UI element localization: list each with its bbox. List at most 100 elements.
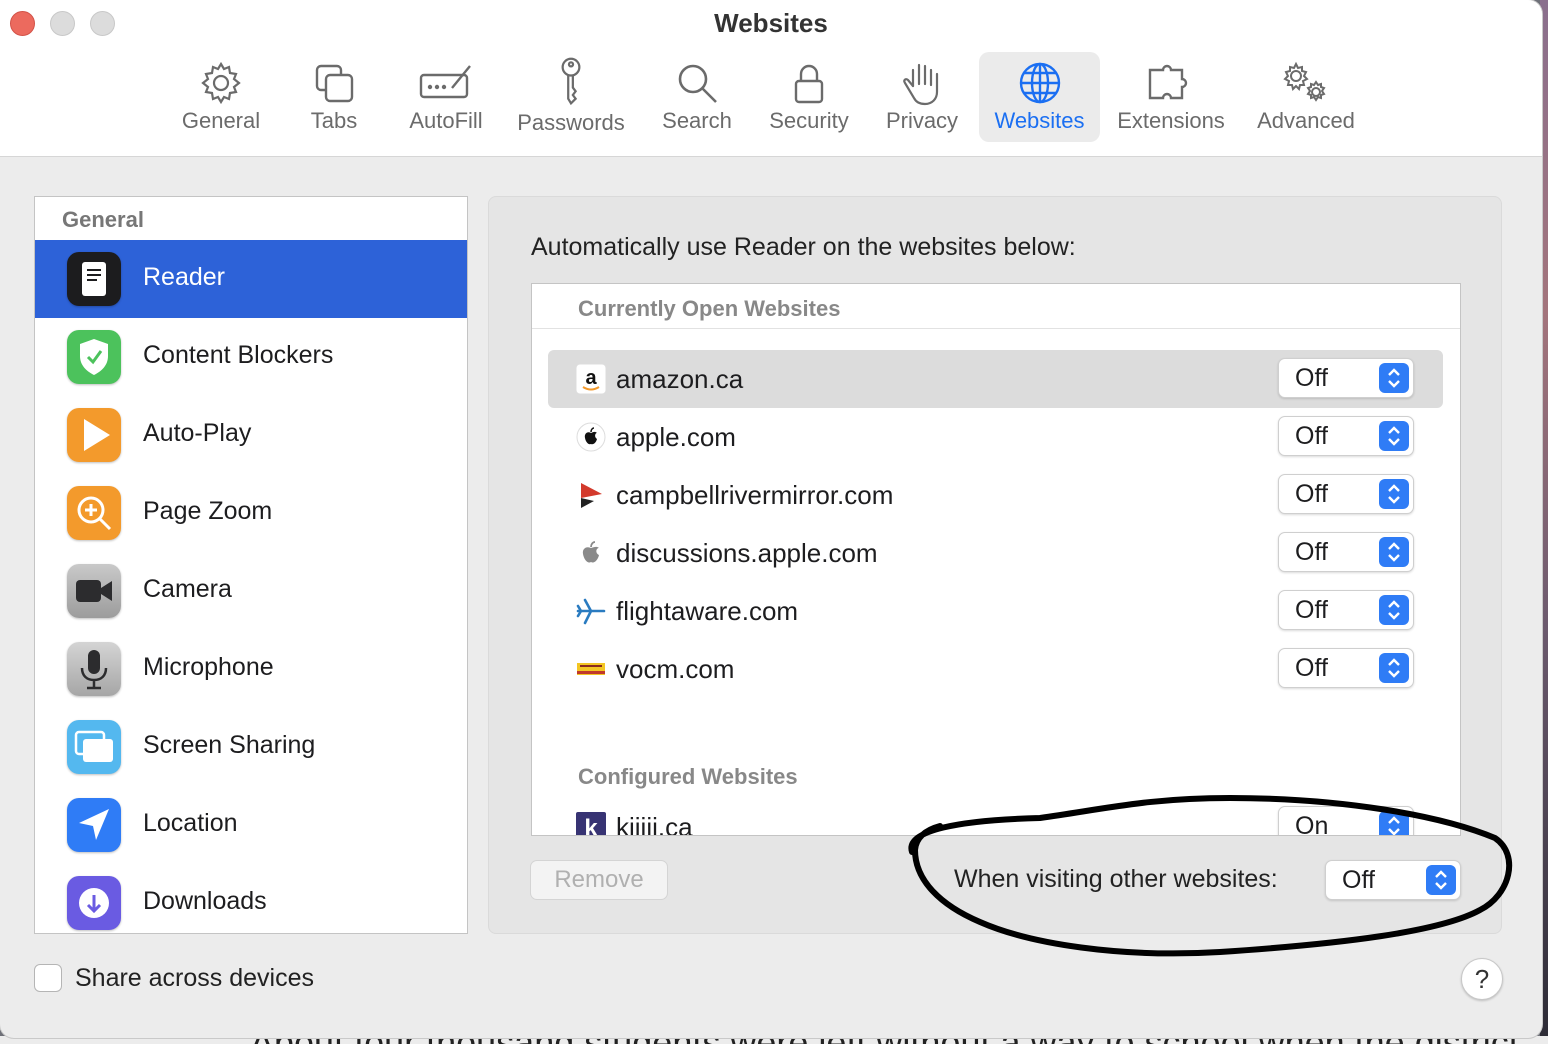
sidebar-item-label: Page Zoom	[143, 497, 273, 525]
tab-label: AutoFill	[409, 108, 483, 133]
gears-icon	[1283, 61, 1326, 102]
chevron-updown-icon	[1379, 595, 1409, 625]
tab-label: Advanced	[1257, 108, 1355, 133]
tab-passwords[interactable]: Passwords	[510, 52, 632, 142]
sidebar-item-label: Reader	[143, 263, 225, 291]
reader-setting-popup[interactable]: Off	[1278, 358, 1414, 398]
sidebar-item-label: Screen Sharing	[143, 731, 316, 759]
tab-label: Tabs	[310, 108, 358, 133]
microphone-icon	[67, 642, 121, 696]
chevron-updown-icon	[1426, 865, 1456, 895]
sidebar-item-content-blockers[interactable]: Content Blockers	[35, 318, 467, 396]
tab-autofill[interactable]: AutoFill	[395, 52, 497, 142]
other-websites-popup[interactable]: Off	[1325, 860, 1461, 900]
reader-setting-popup[interactable]: Off	[1278, 648, 1414, 688]
sidebar-item-label: Auto-Play	[143, 419, 252, 447]
popup-value: Off	[1295, 422, 1328, 450]
vocm-icon	[577, 663, 605, 675]
tab-advanced[interactable]: Advanced	[1246, 52, 1366, 142]
sidebar-item-screen-sharing[interactable]: Screen Sharing	[35, 708, 467, 786]
share-across-devices-label: Share across devices	[75, 964, 315, 992]
popup-value: Off	[1295, 596, 1328, 624]
website-row[interactable]: discussions.apple.com Off	[548, 524, 1443, 582]
location-icon	[67, 798, 121, 852]
sidebar-item-location[interactable]: Location	[35, 786, 467, 864]
tab-security[interactable]: Security	[760, 52, 858, 142]
reader-setting-popup[interactable]: On	[1278, 806, 1414, 836]
reader-setting-popup[interactable]: Off	[1278, 474, 1414, 514]
help-button[interactable]: ?	[1461, 958, 1503, 1000]
tab-search[interactable]: Search	[650, 52, 744, 142]
popup-value: On	[1295, 812, 1329, 836]
plane-icon	[576, 598, 606, 625]
sidebar-item-auto-play[interactable]: Auto-Play	[35, 396, 467, 474]
other-websites-label: When visiting other websites:	[954, 865, 1278, 893]
chevron-updown-icon	[1379, 537, 1409, 567]
tab-extensions[interactable]: Extensions	[1110, 52, 1232, 142]
website-domain: kijiji.ca	[616, 812, 693, 836]
download-icon	[67, 876, 121, 930]
sidebar-item-downloads[interactable]: Downloads	[35, 864, 467, 933]
remove-button[interactable]: Remove	[530, 860, 668, 900]
tab-general[interactable]: General	[166, 52, 276, 142]
popup-value: Off	[1295, 538, 1328, 566]
website-row[interactable]: k kijiji.ca On	[548, 798, 1443, 836]
section-header-open: Currently Open Websites	[578, 296, 841, 321]
section-divider	[532, 328, 1460, 329]
shield-icon	[67, 330, 121, 384]
sidebar-item-label: Location	[143, 809, 238, 837]
reader-setting-popup[interactable]: Off	[1278, 590, 1414, 630]
sidebar-item-label: Downloads	[143, 887, 267, 915]
sidebar-item-label: Camera	[143, 575, 232, 603]
reader-setting-popup[interactable]: Off	[1278, 532, 1414, 572]
website-domain: apple.com	[616, 422, 736, 452]
website-row[interactable]: flightaware.com Off	[548, 582, 1443, 640]
sidebar-item-page-zoom[interactable]: Page Zoom	[35, 474, 467, 552]
search-icon	[678, 64, 717, 103]
chevron-updown-icon	[1379, 363, 1409, 393]
website-row[interactable]: vocm.com Off	[548, 640, 1443, 698]
tab-label: Search	[662, 108, 732, 133]
tab-tabs[interactable]: Tabs	[290, 52, 378, 142]
sidebar-item-camera[interactable]: Camera	[35, 552, 467, 630]
website-row[interactable]: a amazon.ca Off	[548, 350, 1443, 408]
chevron-updown-icon	[1379, 421, 1409, 451]
website-row[interactable]: campbellrivermirror.com Off	[548, 466, 1443, 524]
preferences-window: Websites General Tabs AutoFill Passwords…	[0, 0, 1542, 1038]
globe-icon	[1019, 62, 1060, 104]
mirror-icon	[581, 483, 602, 508]
tab-websites[interactable]: Websites	[979, 52, 1100, 142]
tab-privacy[interactable]: Privacy	[876, 52, 968, 142]
sidebar: General Reader Content Blockers Auto-Pla…	[34, 196, 468, 934]
sidebar-item-label: Content Blockers	[143, 341, 334, 369]
website-row[interactable]: apple.com Off	[548, 408, 1443, 466]
kijiji-icon: k	[576, 812, 606, 835]
play-icon	[67, 408, 121, 462]
key-icon	[561, 57, 581, 106]
section-header-configured: Configured Websites	[578, 764, 798, 789]
website-domain: amazon.ca	[616, 364, 744, 394]
chevron-updown-icon	[1379, 811, 1409, 835]
websites-list[interactable]: Currently Open Websites a amazon.ca Off	[531, 283, 1461, 836]
hand-icon	[903, 63, 939, 106]
puzzle-icon	[1148, 64, 1188, 100]
sidebar-item-label: Microphone	[143, 653, 274, 681]
popup-value: Off	[1295, 364, 1328, 392]
sidebar-item-microphone[interactable]: Microphone	[35, 630, 467, 708]
reader-icon	[67, 252, 121, 306]
tab-label: Security	[769, 108, 849, 133]
sidebar-header: General	[62, 207, 144, 232]
zoom-icon	[67, 486, 121, 540]
tab-label: Privacy	[885, 108, 959, 133]
website-domain: flightaware.com	[616, 596, 799, 626]
reader-setting-popup[interactable]: Off	[1278, 416, 1414, 456]
tab-label: Extensions	[1117, 108, 1225, 133]
popup-value: Off	[1295, 480, 1328, 508]
tab-label: Passwords	[517, 110, 625, 135]
share-across-devices-checkbox[interactable]	[34, 964, 62, 992]
window-title: Websites	[714, 8, 828, 38]
sidebar-item-reader[interactable]: Reader	[35, 240, 467, 318]
website-domain: vocm.com	[616, 654, 735, 684]
website-domain: discussions.apple.com	[616, 538, 878, 568]
reader-settings-panel: Automatically use Reader on the websites…	[488, 196, 1502, 934]
